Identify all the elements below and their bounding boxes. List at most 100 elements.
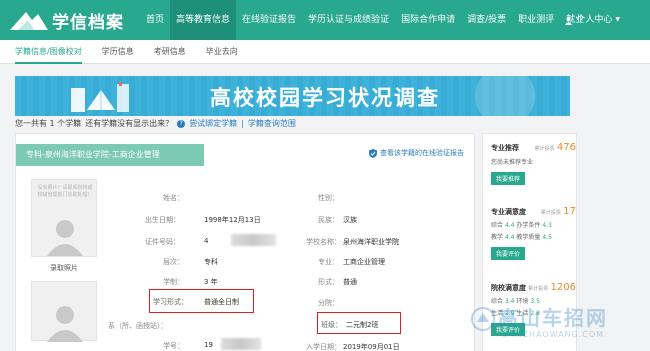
nav-item-international[interactable]: 国际合作申请 bbox=[395, 0, 461, 40]
value-study-form: 普通全日制 bbox=[204, 298, 239, 306]
degree-photo bbox=[31, 281, 97, 342]
label-gender: 性别： bbox=[318, 194, 339, 202]
subnav-item-destination[interactable]: 毕业去向 bbox=[206, 40, 238, 64]
help-icon: ? bbox=[177, 119, 186, 128]
top-navbar: 学信档案 首页 高等教育信息 在线验证报告 学历认证与成绩验证 国际合作申请 调… bbox=[0, 0, 650, 40]
satisfaction-row: 教学 4.4 教学质量 4.5 bbox=[491, 232, 576, 241]
photo-note: 没有照片？请联系院校或校级管理部门协助处理！ bbox=[37, 185, 93, 198]
label-major: 专业： bbox=[318, 258, 339, 266]
label-student-id: 学号： bbox=[163, 342, 184, 350]
subnav-item-degree[interactable]: 学历信息 bbox=[102, 40, 134, 64]
divider: | bbox=[241, 119, 244, 128]
major-satisfaction-count: 17 bbox=[563, 206, 576, 217]
value-level: 专科 bbox=[204, 258, 218, 266]
major-recommend-section: 专业推荐 累计投票 476 您尚未推荐专业 我要推荐 bbox=[491, 142, 576, 185]
logo-icon bbox=[10, 12, 48, 30]
major-recommend-text: 您尚未推荐专业 bbox=[491, 159, 534, 166]
nav-item-survey[interactable]: 调查/投票 bbox=[461, 0, 512, 40]
label-level: 层次： bbox=[163, 258, 184, 266]
logo-text: 学信档案 bbox=[52, 12, 124, 33]
query-scope-link[interactable]: 学籍查询范围 bbox=[248, 118, 296, 129]
subnav-item-postgrad-exam[interactable]: 考研信息 bbox=[154, 40, 186, 64]
school-satisfaction-header: 院校满意度 累计投票 1206 bbox=[491, 282, 576, 293]
rating-value: 4.3 bbox=[542, 222, 552, 229]
vote-count-label: 累计投票 bbox=[534, 146, 555, 152]
user-menu-label: 个人中心 bbox=[576, 15, 613, 25]
value-school: 泉州海洋职业学院 bbox=[343, 238, 399, 246]
nav-item-home[interactable]: 首页 bbox=[140, 0, 170, 40]
enrollment-count: 您一共有 1 个学籍 bbox=[15, 119, 82, 128]
label-duration: 学制： bbox=[163, 278, 184, 286]
label-branch: 分院： bbox=[318, 299, 339, 307]
missing-question: 还有学籍没有显示出来？ bbox=[85, 119, 174, 128]
user-icon bbox=[565, 16, 573, 25]
value-birthdate: 1998年12月13日 bbox=[204, 216, 261, 224]
value-form: 普通 bbox=[343, 278, 357, 286]
banner-decoration bbox=[475, 76, 535, 116]
value-student-id: 19 bbox=[204, 341, 213, 349]
watermark-logo-icon bbox=[471, 307, 495, 331]
label-form: 形式： bbox=[318, 278, 339, 286]
subnav-item-enrollment[interactable]: 学籍信息/图像校对 bbox=[15, 40, 82, 64]
person-placeholder-icon bbox=[47, 306, 83, 342]
enrollment-tab[interactable]: 专科-泉州海洋职业学院-工商企业管理 bbox=[16, 144, 204, 166]
rating-value: 4.5 bbox=[542, 234, 552, 241]
redacted-student-id bbox=[221, 338, 261, 350]
nav-item-career-test[interactable]: 职业测评 bbox=[512, 0, 560, 40]
recommend-button[interactable]: 我要推荐 bbox=[491, 172, 526, 185]
rate-major-button[interactable]: 我要评价 bbox=[491, 247, 526, 260]
nav-item-higher-education[interactable]: 高等教育信息 bbox=[170, 0, 237, 40]
label-school: 学校名称： bbox=[306, 238, 341, 246]
person-placeholder-icon bbox=[47, 220, 83, 256]
watermark-url: DANZHAOWANG.COM bbox=[502, 330, 605, 339]
rating-label: 教学质量 bbox=[516, 234, 541, 241]
site-logo[interactable]: 学信档案 bbox=[8, 5, 124, 35]
label-ethnicity: 民族： bbox=[318, 216, 339, 224]
label-study-form: 学习形式： bbox=[153, 298, 188, 306]
major-recommend-title: 专业推荐 bbox=[491, 144, 519, 152]
enrollment-photo: 没有照片？请联系院校或校级管理部门协助处理！ bbox=[31, 179, 97, 257]
verify-report-label: 查看该学籍的在线验证报告 bbox=[380, 149, 464, 157]
watermark-text: 高山车招网 bbox=[498, 306, 608, 330]
shield-icon bbox=[369, 148, 377, 158]
sub-nav: 学籍信息/图像校对 学历信息 考研信息 毕业去向 bbox=[0, 40, 650, 64]
value-id-number: 4 bbox=[204, 237, 209, 245]
photo-label: 录取照片 bbox=[50, 264, 78, 272]
chevron-down-icon: ▼ bbox=[615, 16, 620, 23]
vote-count-label: 累计投票 bbox=[540, 210, 561, 216]
value-duration: 3 年 bbox=[204, 278, 218, 286]
banner-title: 高校校园学习状况调查 bbox=[210, 86, 440, 110]
label-birthdate: 出生日期： bbox=[145, 216, 180, 224]
label-name: 姓名： bbox=[163, 194, 184, 202]
watermark: 高山车招网 DANZHAOWANG.COM bbox=[470, 302, 650, 350]
nav-item-online-verification[interactable]: 在线验证报告 bbox=[236, 0, 302, 40]
books-icon bbox=[71, 82, 129, 112]
label-class: 班级： bbox=[321, 321, 342, 329]
enrollment-summary: 您一共有 1 个学籍 还有学籍没有显示出来？ ? 尝试绑定学籍 | 学籍查询范围 bbox=[15, 118, 296, 129]
satisfaction-row: 综合 4.4 办学条件 4.3 bbox=[491, 220, 576, 229]
label-department: 系（所、函授站）： bbox=[108, 322, 168, 330]
rating-value: 4.4 bbox=[504, 222, 515, 229]
value-class: 二元制2班 bbox=[346, 321, 379, 329]
major-recommend-header: 专业推荐 累计投票 476 bbox=[491, 142, 576, 153]
nav-item-degree-authentication[interactable]: 学历认证与成绩验证 bbox=[302, 0, 395, 40]
major-satisfaction-title: 专业满意度 bbox=[491, 208, 526, 216]
value-major: 工商企业管理 bbox=[343, 258, 385, 266]
school-satisfaction-count: 1206 bbox=[550, 282, 576, 293]
survey-banner[interactable]: 高校校园学习状况调查 bbox=[15, 76, 570, 116]
label-enrollment-date: 入学日期： bbox=[306, 343, 341, 351]
rating-label: 办学条件 bbox=[516, 222, 541, 229]
verify-report-link[interactable]: 查看该学籍的在线验证报告 bbox=[369, 148, 464, 158]
vote-count-label: 累计投票 bbox=[528, 286, 549, 292]
value-ethnicity: 汉族 bbox=[343, 216, 357, 224]
bind-enrollment-link[interactable]: 尝试绑定学籍 bbox=[189, 118, 237, 129]
school-satisfaction-title: 院校满意度 bbox=[491, 284, 526, 292]
value-enrollment-date: 2019年09月01日 bbox=[343, 343, 400, 351]
user-menu[interactable]: 个人中心 ▼ bbox=[564, 0, 620, 40]
rating-label: 教学 bbox=[491, 234, 504, 241]
redacted-id bbox=[231, 234, 276, 246]
rating-value: 4.4 bbox=[504, 234, 515, 241]
rating-label: 综合 bbox=[491, 222, 504, 229]
main-nav: 首页 高等教育信息 在线验证报告 学历认证与成绩验证 国际合作申请 调查/投票 … bbox=[140, 0, 590, 40]
major-satisfaction-header: 专业满意度 累计投票 17 bbox=[491, 206, 576, 217]
